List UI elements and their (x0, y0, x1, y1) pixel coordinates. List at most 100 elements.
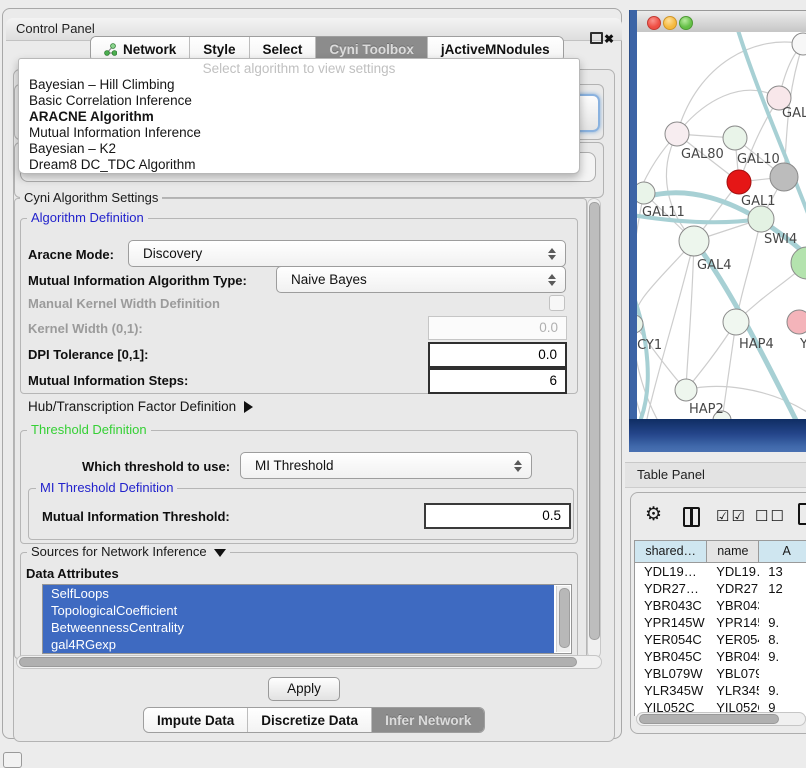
hub-definition-expander[interactable]: Hub/Transcription Factor Definition (28, 399, 253, 414)
node-hap2[interactable] (675, 379, 697, 401)
node-gal1[interactable] (727, 170, 751, 194)
sources-title-text: Sources for Network Inference (31, 544, 207, 559)
node-y[interactable] (787, 310, 806, 334)
float-window-icon[interactable] (590, 32, 603, 44)
algorithm-item-mutual-information-inference[interactable]: Mutual Information Inference (19, 125, 579, 141)
algorithm-item-bayesian-k2[interactable]: Bayesian – K2 (19, 141, 579, 157)
stepper-icon (548, 248, 556, 260)
manual-kernel-width-checkbox[interactable] (549, 295, 565, 311)
table-panel-header: Table Panel (625, 462, 806, 488)
node-unlabeled[interactable] (792, 33, 806, 55)
table-cell: YDR27… (635, 580, 707, 597)
settings-vertical-scrollbar[interactable] (587, 198, 601, 659)
node-gal10[interactable] (723, 126, 747, 150)
network-window-titlebar[interactable] (637, 10, 806, 34)
dpi-tolerance-label: DPI Tolerance [0,1]: (28, 347, 148, 362)
settings-horizontal-scrollbar[interactable] (16, 655, 602, 669)
column-layout-icon[interactable] (683, 507, 700, 527)
column-header-shared[interactable]: shared… (635, 541, 707, 562)
which-threshold-combo[interactable]: MI Threshold (240, 452, 532, 479)
table-cell: YBL079W (635, 665, 707, 682)
scrollbar-thumb[interactable] (559, 588, 570, 648)
table-cell: 13 (759, 563, 806, 580)
minimized-panel-icon[interactable] (3, 752, 22, 768)
table-row[interactable]: YBR045CYBR045C9. (635, 648, 806, 665)
mi-algorithm-type-combo[interactable]: Naive Bayes (276, 266, 566, 293)
zoom-traffic-light-icon[interactable] (679, 16, 693, 30)
aracne-mode-combo[interactable]: Discovery (128, 240, 566, 267)
dpi-tolerance-field[interactable]: 0.0 (428, 342, 567, 368)
algorithm-item-basic-correlation-inference[interactable]: Basic Correlation Inference (19, 93, 579, 109)
mi-steps-label: Mutual Information Steps: (28, 373, 188, 388)
node-gal11[interactable] (637, 182, 655, 204)
tab-network-label: Network (123, 42, 176, 57)
tab-select-label: Select (263, 42, 303, 57)
node-label-gal4: GAL4 (697, 258, 731, 273)
node-label-gal1: GAL1 (741, 194, 775, 209)
mi-steps-field[interactable]: 6 (428, 368, 567, 394)
close-icon[interactable]: ✖ (604, 28, 614, 50)
node-label-gal: GAL (782, 106, 806, 121)
table-row[interactable]: YER054CYER054C8. (635, 631, 806, 648)
table-row[interactable]: YBL079WYBL079W (635, 665, 806, 682)
network-edge (736, 219, 761, 322)
gear-icon[interactable]: ⚙ (645, 503, 662, 526)
minimize-traffic-light-icon[interactable] (663, 16, 677, 30)
node-label-swi4: SWI4 (764, 232, 797, 247)
node-label-hap4: HAP4 (739, 337, 774, 352)
apply-button[interactable]: Apply (268, 677, 340, 701)
table-row[interactable]: YPR145WYPR145W9. (635, 614, 806, 631)
node-gal80[interactable] (665, 122, 689, 146)
attribute-item-gal4rgexp[interactable]: gal4RGexp (43, 636, 554, 653)
algorithm-item-aracne-algorithm[interactable]: ARACNE Algorithm (19, 109, 579, 125)
table-cell: YBR043C (707, 597, 759, 614)
kernel-width-field[interactable]: 0.0 (428, 316, 567, 340)
mi-threshold-field[interactable]: 0.5 (424, 503, 571, 529)
table-horizontal-scrollbar[interactable] (636, 712, 806, 726)
table-cell: YLR345W (707, 682, 759, 699)
table-row[interactable]: YDL19…YDL19…13 (635, 563, 806, 580)
document-icon[interactable] (798, 503, 806, 525)
bottom-tab-impute-data-label: Impute Data (157, 713, 234, 728)
mi-algorithm-type-value: Naive Bayes (291, 267, 367, 292)
algorithm-item-bayesian-hill-climbing[interactable]: Bayesian – Hill Climbing (19, 77, 579, 93)
algorithm-dropdown-popup: Select algorithm to view settings Bayesi… (18, 58, 580, 174)
network-edge-highlighted (637, 292, 648, 419)
bottom-tab-discretize-data[interactable]: Discretize Data (248, 708, 372, 732)
node-unlabeled[interactable] (770, 163, 798, 191)
close-traffic-light-icon[interactable] (647, 16, 661, 30)
table-cell: 9. (759, 648, 806, 665)
bottom-tab-impute-data[interactable]: Impute Data (144, 708, 248, 732)
node-swi4[interactable] (748, 206, 774, 232)
table-row[interactable]: YDR27…YDR27…12 (635, 580, 806, 597)
hub-definition-label: Hub/Transcription Factor Definition (28, 399, 236, 414)
node-attribute-table[interactable]: shared…nameA YDL19…YDL19…13YDR27…YDR27…1… (634, 540, 806, 716)
algorithm-dropdown-hint: Select algorithm to view settings (19, 60, 579, 77)
sources-group-title[interactable]: Sources for Network Inference (27, 545, 230, 559)
node-label-gal10: GAL10 (737, 152, 780, 167)
table-row[interactable]: YBR043CYBR043C (635, 597, 806, 614)
aracne-mode-value: Discovery (143, 241, 202, 266)
data-attributes-list[interactable]: SelfLoopsTopologicalCoefficientBetweenne… (42, 584, 572, 654)
network-canvas[interactable]: GALGAL80GAL10GAL1GAL11SWI4GAL4HAP4YGCY1H… (637, 32, 806, 419)
network-graph: GALGAL80GAL10GAL1GAL11SWI4GAL4HAP4YGCY1H… (637, 32, 806, 419)
column-header-a[interactable]: A (759, 541, 806, 562)
deselect-all-checkboxes-icon[interactable]: ☐☐ (755, 507, 786, 525)
scrollbar-thumb[interactable] (639, 714, 779, 724)
bottom-tab-discretize-data-label: Discretize Data (261, 713, 358, 728)
bottom-tab-infer-network[interactable]: Infer Network (372, 708, 484, 732)
column-header-name[interactable]: name (707, 541, 759, 562)
node-hap4[interactable] (723, 309, 749, 335)
attribute-item-topologicalcoefficient[interactable]: TopologicalCoefficient (43, 602, 554, 619)
algorithm-item-dream8-dc-tdc-algorithm[interactable]: Dream8 DC_TDC Algorithm (19, 157, 579, 173)
select-all-checkboxes-icon[interactable]: ☑☑ (716, 507, 747, 525)
attribute-item-betweennesscentrality[interactable]: BetweennessCentrality (43, 619, 554, 636)
attribute-item-selfloops[interactable]: SelfLoops (43, 585, 554, 602)
node-gal4[interactable] (679, 226, 709, 256)
scrollbar-thumb[interactable] (589, 202, 600, 640)
scrollbar-thumb[interactable] (19, 657, 577, 667)
table-row[interactable]: YLR345WYLR345W9. (635, 682, 806, 699)
table-cell: YDL19… (635, 563, 707, 580)
table-cell (759, 665, 806, 682)
attributes-vertical-scrollbar[interactable] (556, 586, 570, 652)
